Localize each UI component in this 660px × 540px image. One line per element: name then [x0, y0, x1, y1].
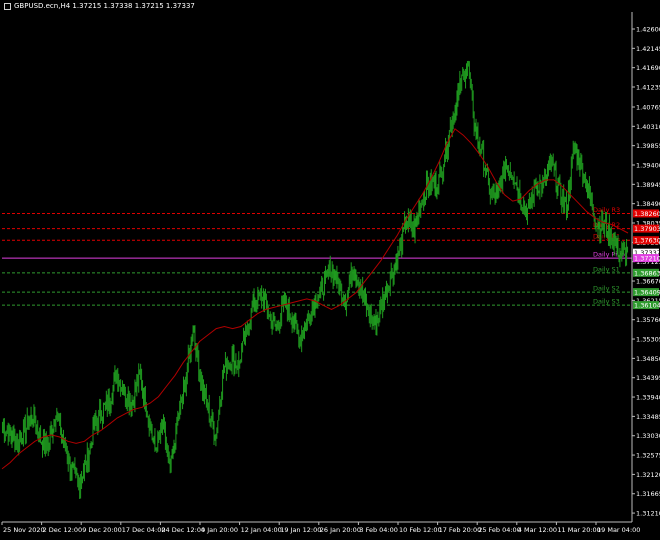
price-tick-label: 1.31665: [636, 490, 660, 498]
time-tick-label: 26 Jan 20:00: [320, 526, 361, 534]
time-tick-label: 4 Mar 12:00: [518, 526, 557, 534]
chart-window[interactable]: GBPUSD.ecn,H4 1.37215 1.37338 1.37215 1.…: [0, 0, 660, 536]
time-tick-label: 9 Dec 20:00: [82, 526, 122, 534]
level-price-label: 1.37903: [634, 225, 660, 233]
level-price-label: 1.36104: [634, 302, 660, 310]
price-tick-label: 1.35760: [636, 316, 660, 324]
time-tick-label: 10 Feb 12:00: [399, 526, 442, 534]
price-tick-label: 1.39855: [636, 142, 660, 150]
time-tick-label: 25 Nov 2020: [3, 526, 45, 534]
price-tick-label: 1.34850: [636, 355, 660, 363]
level-price-label: 1.37210: [634, 255, 660, 263]
price-tick-label: 1.41690: [636, 64, 660, 72]
chart-menu-icon[interactable]: [4, 2, 11, 10]
level-price-label: 1.36863: [634, 269, 660, 277]
price-tick-label: 1.32575: [636, 452, 660, 460]
price-tick-label: 1.42145: [636, 45, 660, 53]
time-tick-label: 19 Jan 12:00: [280, 526, 321, 534]
time-tick-label: 24 Dec 12:00: [161, 526, 205, 534]
price-tick-label: 1.31210: [636, 510, 660, 518]
price-tick-label: 1.39400: [636, 162, 660, 170]
level-label: Daily S2: [593, 285, 620, 293]
level-label: Daily S1: [593, 265, 620, 273]
price-tick-label: 1.38945: [636, 181, 660, 189]
price-chart[interactable]: Daily R3Daily R2Daily R1Daily PivotDaily…: [0, 0, 660, 536]
time-tick-label: 3 Feb 04:00: [359, 526, 398, 534]
level-label: Daily S3: [593, 298, 620, 306]
price-tick-label: 1.42600: [636, 26, 660, 34]
price-tick-label: 1.32120: [636, 471, 660, 479]
price-tick-label: 1.40310: [636, 123, 660, 131]
price-tick-label: 1.33940: [636, 394, 660, 402]
price-tick-label: 1.33485: [636, 413, 660, 421]
time-tick-label: 12 Jan 04:00: [241, 526, 282, 534]
level-price-label: 1.38260: [634, 210, 660, 218]
time-tick-label: 2 Dec 12:00: [43, 526, 83, 534]
price-tick-label: 1.40765: [636, 103, 660, 111]
chart-title-bar: GBPUSD.ecn,H4 1.37215 1.37338 1.37215 1.…: [4, 2, 195, 10]
time-tick-label: 19 Mar 04:00: [597, 526, 640, 534]
price-tick-label: 1.34395: [636, 374, 660, 382]
price-tick-label: 1.38490: [636, 200, 660, 208]
price-tick-label: 1.36670: [636, 278, 660, 286]
time-tick-label: 4 Jan 20:00: [201, 526, 238, 534]
time-tick-label: 25 Feb 04:00: [478, 526, 521, 534]
level-price-label: 1.36409: [634, 289, 660, 297]
price-tick-label: 1.41235: [636, 84, 660, 92]
level-price-label: 1.37630: [634, 237, 660, 245]
price-tick-label: 1.33030: [636, 432, 660, 440]
time-tick-label: 11 Mar 20:00: [557, 526, 600, 534]
symbol-info-label: GBPUSD.ecn,H4 1.37215 1.37338 1.37215 1.…: [14, 2, 195, 10]
price-tick-label: 1.35305: [636, 336, 660, 344]
time-tick-label: 17 Dec 04:00: [122, 526, 166, 534]
time-tick-label: 17 Feb 20:00: [439, 526, 482, 534]
